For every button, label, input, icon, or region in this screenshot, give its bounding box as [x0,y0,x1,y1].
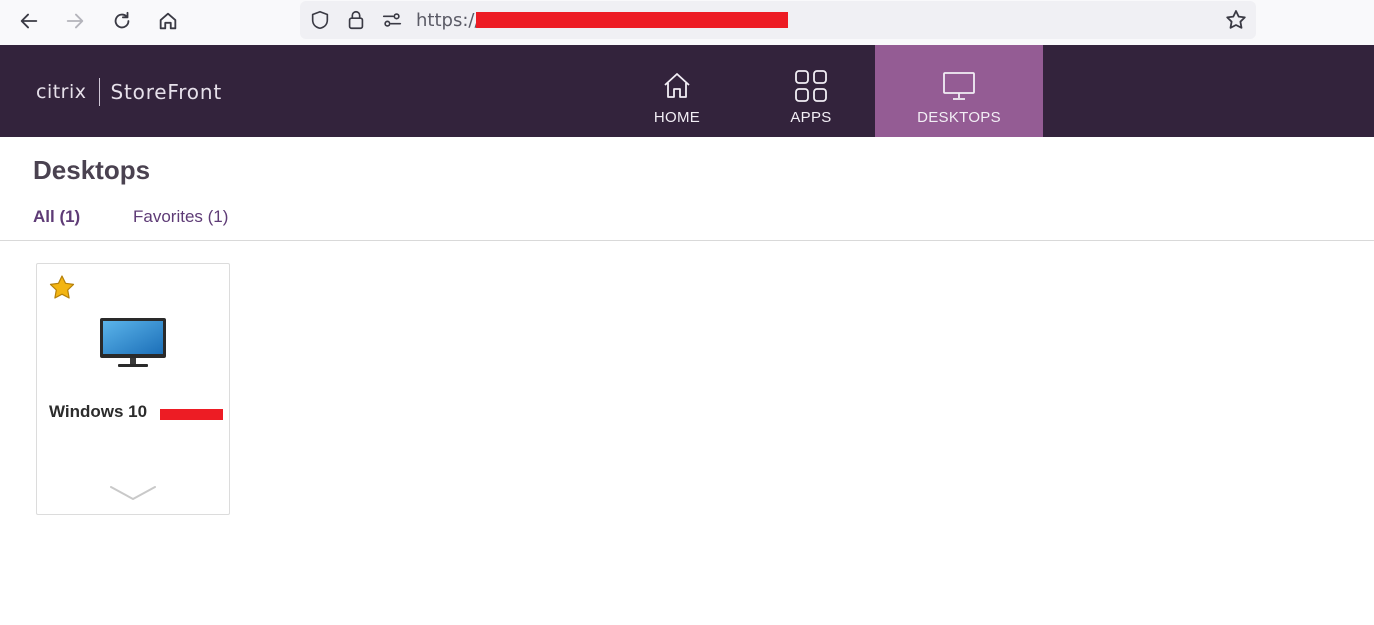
tab-apps[interactable]: APPS [766,45,856,137]
back-button[interactable] [14,6,44,36]
tab-home[interactable]: HOME [632,45,722,137]
forward-icon [66,13,84,29]
monitor-icon [943,72,975,100]
favorite-star-icon[interactable] [48,274,76,302]
bookmark-button[interactable] [1224,8,1248,32]
content-divider [0,240,1374,241]
filter-favorites[interactable]: Favorites (1) [133,207,228,227]
chevron-down-icon[interactable] [109,484,157,502]
apps-grid-icon [795,70,827,102]
citrix-storefront-logo[interactable]: citrix StoreFront [36,77,222,107]
browser-home-button[interactable] [153,6,183,36]
logo-brand: citrix [36,81,87,103]
tab-home-label: HOME [653,109,701,126]
browser-toolbar: https:// [0,0,1374,45]
forward-button[interactable] [60,6,90,36]
tab-desktops-label: DESKTOPS [917,109,1001,126]
url-text: https:// [416,10,481,31]
reload-icon [114,11,130,29]
home-icon [159,12,177,30]
filter-all[interactable]: All (1) [33,207,80,227]
bookmark-star-icon [1226,10,1246,29]
page-title: Desktops [33,155,151,185]
desktop-tile[interactable]: Windows 10 [36,263,230,515]
desktop-monitor-icon [100,318,166,367]
storefront-header: citrix StoreFront HOME APPS DESKTOPS [0,45,1374,137]
logo-divider [98,78,100,106]
tab-desktops[interactable]: DESKTOPS [875,45,1043,137]
reload-button[interactable] [107,6,137,36]
home-icon [664,73,690,98]
lock-icon[interactable] [345,9,367,31]
tab-apps-label: APPS [790,109,832,126]
redacted-name [160,409,223,420]
logo-product: StoreFront [110,80,222,104]
desktop-name: Windows 10 [49,402,148,421]
url-bar[interactable]: https:// [300,1,1256,39]
back-icon [20,13,38,29]
shield-icon[interactable] [309,9,331,31]
permissions-icon[interactable] [381,9,403,31]
redacted-url [476,12,788,28]
